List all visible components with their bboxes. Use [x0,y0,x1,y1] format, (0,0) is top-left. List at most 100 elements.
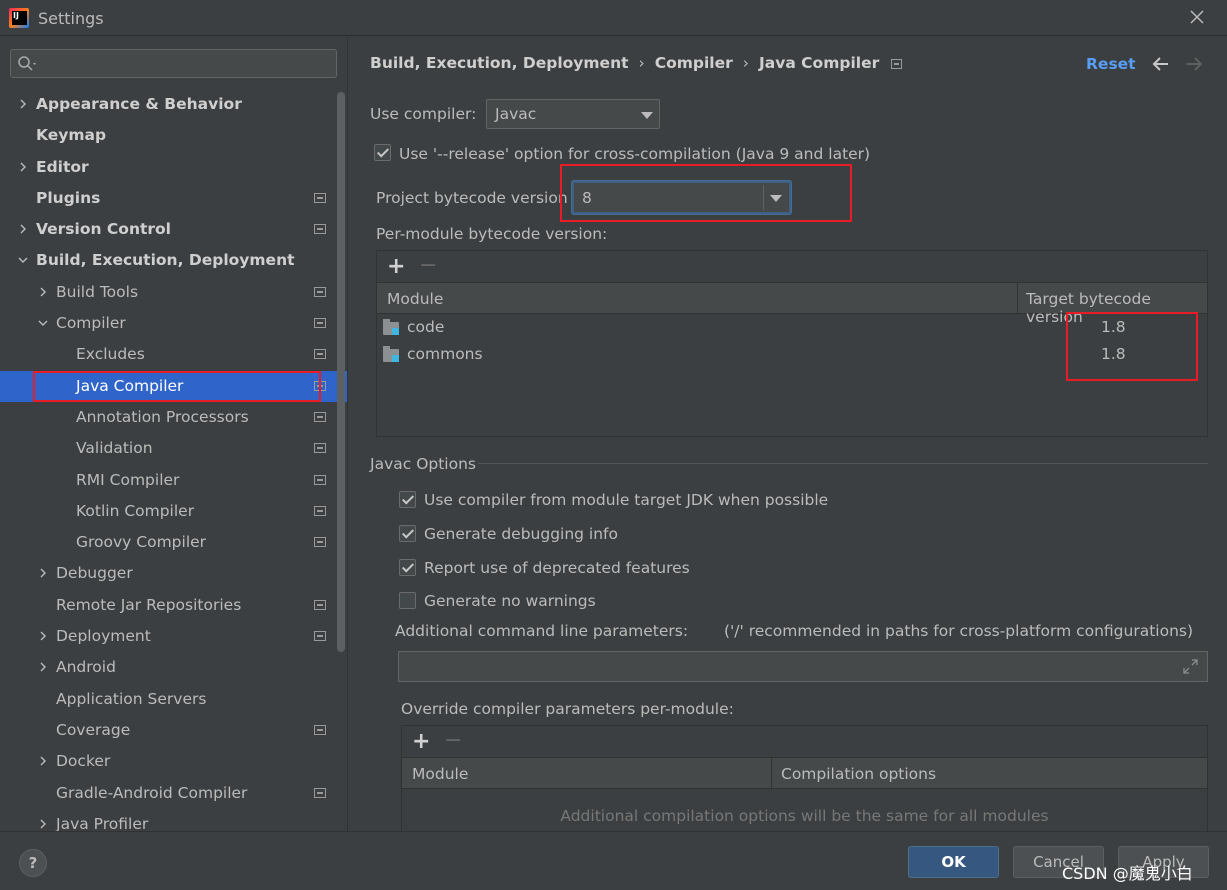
cmd-params-hint: ('/' recommended in paths for cross-plat… [724,622,1194,640]
sidebar-item-java-compiler[interactable]: Java Compiler [0,370,347,402]
breadcrumb-separator: › [638,54,645,72]
project-bytecode-label: Project bytecode version [376,189,568,207]
chevron-right-icon[interactable] [38,662,48,672]
option-checkbox[interactable] [399,525,416,542]
column-divider[interactable] [771,758,772,790]
table-toolbar: + − [402,726,1207,758]
column-compilation-options[interactable]: Compilation options [781,765,936,783]
reset-link[interactable]: Reset [1086,55,1136,73]
chevron-right-icon[interactable] [18,99,28,109]
ok-button[interactable]: OK [908,846,999,878]
title-bar: Settings [0,0,1227,36]
chevron-right-icon[interactable] [38,819,48,829]
sidebar-item-plugins[interactable]: Plugins [0,183,347,214]
column-module[interactable]: Module [387,290,443,308]
dialog-footer: ? OK Cancel Apply CSDN @魔鬼小白 [0,831,1227,890]
use-compiler-label: Use compiler: [370,105,477,123]
sidebar-item-remote-jar-repositories[interactable]: Remote Jar Repositories [0,590,347,621]
annotation-highlight-box [560,164,852,222]
breadcrumb-separator: › [742,54,749,72]
sidebar-item-debugger[interactable]: Debugger [0,558,347,589]
help-button[interactable]: ? [19,849,47,877]
intellij-app-icon [9,8,29,28]
sidebar-item-validation[interactable]: Validation [0,433,347,464]
sidebar-item-label: Plugins [36,188,101,207]
sidebar-item-build-tools[interactable]: Build Tools [0,277,347,308]
project-scope-icon [314,192,326,203]
sidebar-item-label: Groovy Compiler [76,533,207,552]
project-scope-icon [314,724,326,735]
sidebar-item-rmi-compiler[interactable]: RMI Compiler [0,465,347,496]
sidebar-item-label: Coverage [56,720,131,739]
project-scope-icon [314,599,326,610]
sidebar-item-build-execution-deployment[interactable]: Build, Execution, Deployment [0,245,347,276]
sidebar-item-compiler[interactable]: Compiler [0,308,347,339]
javac-options-title: Javac Options [370,455,476,473]
project-scope-icon [314,318,326,329]
sidebar-item-label: Remote Jar Repositories [56,595,242,614]
project-scope-icon [314,505,326,516]
empty-table-text: Additional compilation options will be t… [560,807,1049,825]
chevron-right-icon[interactable] [38,631,48,641]
sidebar-item-groovy-compiler[interactable]: Groovy Compiler [0,527,347,558]
project-scope-icon [314,443,326,454]
back-arrow-icon[interactable] [1151,54,1171,74]
sidebar-item-application-servers[interactable]: Application Servers [0,684,347,715]
chevron-right-icon[interactable] [18,162,28,172]
project-scope-icon [314,411,326,422]
sidebar-item-label: Annotation Processors [76,407,249,426]
chevron-right-icon[interactable] [18,224,28,234]
sidebar-item-version-control[interactable]: Version Control [0,214,347,245]
option-checkbox[interactable] [399,592,416,609]
sidebar-item-label: Java Profiler [56,814,149,831]
sidebar-item-docker[interactable]: Docker [0,746,347,777]
sidebar-item-appearance-behavior[interactable]: Appearance & Behavior [0,89,347,120]
sidebar-item-coverage[interactable]: Coverage [0,715,347,746]
close-icon[interactable] [1187,7,1207,27]
sidebar-item-android[interactable]: Android [0,652,347,683]
remove-icon[interactable]: − [419,255,437,277]
use-compiler-dropdown[interactable]: Javac [486,99,660,129]
annotation-highlight-box [1066,312,1198,381]
column-divider[interactable] [1017,283,1018,315]
sidebar-item-label: Gradle-Android Compiler [56,783,248,802]
window-title: Settings [38,9,104,28]
sidebar-item-editor[interactable]: Editor [0,152,347,183]
add-icon[interactable]: + [387,256,405,278]
sidebar-item-label: Keymap [36,126,107,145]
chevron-down-icon[interactable] [18,255,28,265]
sidebar-item-label: Version Control [36,220,171,239]
sidebar-item-keymap[interactable]: Keymap [0,120,347,151]
sidebar-item-annotation-processors[interactable]: Annotation Processors [0,402,347,433]
settings-tree: Appearance & Behavior Keymap Editor Plugins… [0,89,347,831]
release-option-checkbox[interactable] [374,144,391,161]
sidebar-item-kotlin-compiler[interactable]: Kotlin Compiler [0,496,347,527]
option-checkbox[interactable] [399,559,416,576]
project-scope-icon [314,224,326,235]
sidebar-scrollbar[interactable] [337,92,345,652]
expand-icon[interactable] [1183,659,1198,674]
remove-icon[interactable]: − [444,730,462,752]
chevron-right-icon[interactable] [38,287,48,297]
chevron-down-icon[interactable] [38,318,48,328]
option-checkbox[interactable] [399,491,416,508]
option-label: Use compiler from module target JDK when… [424,491,829,509]
add-icon[interactable]: + [412,731,430,753]
breadcrumb-build-execution: Build, Execution, Deployment [370,54,629,72]
chevron-right-icon[interactable] [38,568,48,578]
sidebar-item-label: Validation [76,439,153,458]
column-module[interactable]: Module [412,765,468,783]
option-label: Generate debugging info [424,525,618,543]
cmd-params-input[interactable] [398,651,1208,682]
settings-search-input[interactable] [10,49,337,78]
project-scope-icon [314,787,326,798]
sidebar-item-excludes[interactable]: Excludes [0,339,347,370]
chevron-right-icon[interactable] [38,756,48,766]
sidebar-item-java-profiler[interactable]: Java Profiler [0,809,347,831]
sidebar-item-deployment[interactable]: Deployment [0,621,347,652]
sidebar-item-gradle-android-compiler[interactable]: Gradle-Android Compiler [0,778,347,809]
project-scope-icon [314,286,326,297]
override-label: Override compiler parameters per-module: [401,700,734,718]
forward-arrow-icon[interactable] [1184,54,1204,74]
section-divider [478,463,1208,464]
